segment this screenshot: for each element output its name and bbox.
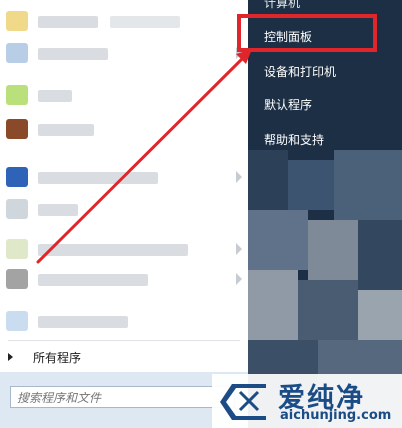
all-programs-button[interactable]: 所有程序 [8, 348, 81, 366]
menu-item-devices-printers[interactable]: 设备和打印机 [264, 63, 336, 80]
program-item[interactable] [0, 308, 244, 334]
program-icon [6, 167, 28, 187]
program-label-blurred [38, 204, 78, 216]
start-menu-programs-panel: 所有程序 [0, 0, 248, 428]
watermark-url: aichunjing.com [280, 408, 392, 423]
program-icon [6, 11, 28, 31]
program-icon [6, 311, 28, 331]
program-item[interactable] [0, 40, 244, 66]
watermark-logo-icon [220, 384, 266, 420]
menu-item-default-programs[interactable]: 默认程序 [264, 96, 312, 113]
program-icon [6, 269, 28, 289]
program-label-blurred [38, 124, 94, 136]
program-icon [6, 119, 28, 139]
program-item[interactable] [0, 8, 244, 34]
program-label-blurred [38, 172, 158, 184]
all-programs-label: 所有程序 [33, 350, 82, 365]
search-area [0, 372, 248, 428]
program-label-blurred [38, 274, 148, 286]
program-label-blurred [38, 48, 108, 60]
submenu-arrow-icon [236, 273, 242, 285]
program-icon [6, 199, 28, 219]
highlight-box [237, 14, 377, 52]
program-item[interactable] [0, 82, 244, 108]
menu-item-computer[interactable]: 计算机 [264, 0, 300, 11]
program-label-blurred [38, 90, 72, 102]
search-input[interactable] [11, 388, 234, 408]
program-label-blurred [38, 244, 188, 256]
start-menu-links-panel: 计算机 控制面板 设备和打印机 默认程序 帮助和支持 [248, 0, 402, 428]
divider [8, 340, 240, 341]
program-list [0, 0, 248, 336]
program-item[interactable] [0, 266, 244, 292]
program-label-blurred [110, 16, 180, 28]
expand-arrow-icon [8, 353, 13, 361]
program-item[interactable] [0, 236, 244, 262]
program-icon [6, 239, 28, 259]
program-item[interactable] [0, 116, 244, 142]
program-icon [6, 85, 28, 105]
site-watermark: 爱纯净 aichunjing.com [212, 374, 402, 428]
search-box[interactable] [10, 386, 235, 408]
program-label-blurred [38, 16, 98, 28]
submenu-arrow-icon [236, 171, 242, 183]
program-icon [6, 43, 28, 63]
program-item[interactable] [0, 164, 244, 190]
menu-item-help-support[interactable]: 帮助和支持 [264, 131, 324, 148]
submenu-arrow-icon [236, 243, 242, 255]
program-item[interactable] [0, 196, 244, 222]
program-label-blurred [38, 316, 128, 328]
